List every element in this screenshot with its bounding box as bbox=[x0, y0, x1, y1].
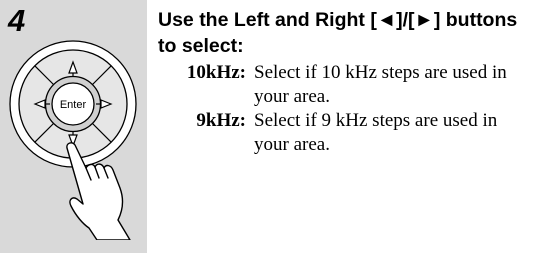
instruction-heading: Use the Left and Right [◄]/[►] buttons t… bbox=[158, 9, 518, 57]
option-description: Select if 10 kHz steps are used in your … bbox=[254, 62, 507, 107]
remote-illustration: Enter bbox=[9, 40, 137, 240]
option-key: 9kHz: bbox=[196, 110, 246, 131]
option-description: Select if 9 kHz steps are used in your a… bbox=[254, 110, 498, 155]
step-panel: 4 Enter bbox=[0, 0, 147, 253]
step-number: 4 bbox=[8, 3, 26, 38]
option-key: 10kHz: bbox=[186, 62, 246, 83]
enter-button-label: Enter bbox=[60, 99, 87, 111]
